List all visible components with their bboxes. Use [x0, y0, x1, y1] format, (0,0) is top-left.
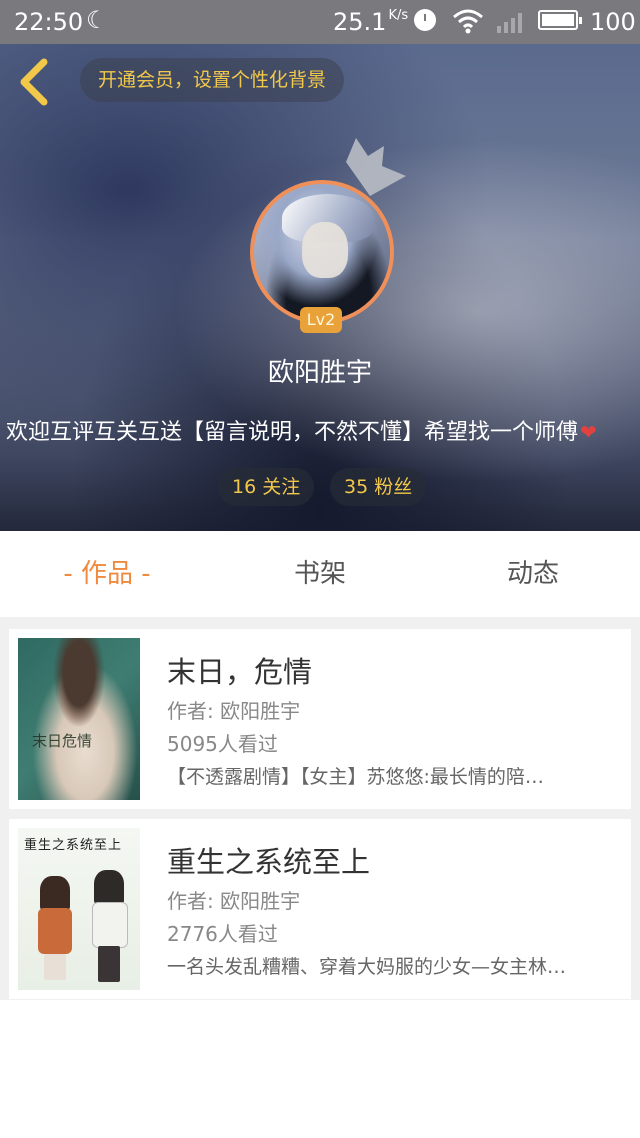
- cover-figure-girl: [40, 876, 70, 910]
- tab-bookshelf[interactable]: 书架: [214, 531, 426, 617]
- works-list: 末日危情 末日，危情 作者: 欧阳胜宇 5095人看过 【不透露剧情】【女主】苏…: [0, 617, 640, 1000]
- avatar[interactable]: [250, 180, 394, 324]
- moon-icon: ☾: [86, 6, 108, 34]
- username: 欧阳胜宇: [267, 358, 372, 388]
- book-description: 【不透露剧情】【女主】苏悠悠:最长情的陪…: [167, 766, 544, 788]
- wifi-icon: [453, 9, 483, 34]
- vip-background-button[interactable]: 开通会员，设置个性化背景: [80, 58, 345, 102]
- book-author: 作者: 欧阳胜宇: [167, 889, 301, 913]
- tab-feed[interactable]: 动态: [426, 531, 640, 617]
- status-bar: 22:50 ☾ 25.1 K/s 100: [0, 0, 640, 44]
- battery-level: 100: [590, 8, 636, 36]
- heart-icon: ❤: [580, 420, 597, 444]
- cover-figure-boy-legs: [98, 946, 120, 982]
- alarm-icon: [414, 9, 436, 31]
- cover-title: 末日危情: [32, 732, 93, 750]
- signature-text: 欢迎互评互关互送【留言说明，不然不懂】希望找一个师傅: [6, 420, 579, 445]
- list-item[interactable]: 末日危情 末日，危情 作者: 欧阳胜宇 5095人看过 【不透露剧情】【女主】苏…: [9, 629, 631, 809]
- signal-icon: [497, 13, 522, 33]
- book-cover: 末日危情: [18, 638, 140, 800]
- cover-figure-boy-body: [92, 902, 128, 948]
- avatar-face: [302, 222, 348, 278]
- profile-signature: 欢迎互评互关互送【留言说明，不然不懂】希望找一个师傅 ❤: [6, 414, 640, 446]
- battery-icon: [538, 10, 582, 30]
- profile-tabs: - 作品 - 书架 动态: [0, 531, 640, 617]
- status-time: 22:50: [14, 8, 84, 36]
- level-badge: Lv2: [300, 307, 342, 333]
- book-title: 末日，危情: [167, 655, 313, 689]
- back-button[interactable]: [14, 58, 54, 106]
- network-speed-unit: K/s: [388, 8, 409, 23]
- cover-figure-girl-body: [38, 908, 72, 954]
- book-views: 5095人看过: [167, 732, 278, 756]
- book-views: 2776人看过: [167, 922, 278, 946]
- book-cover: 重生之系统至上: [18, 828, 140, 990]
- tab-works[interactable]: - 作品 -: [0, 531, 214, 617]
- cover-figure-boy: [94, 870, 124, 904]
- following-count-button[interactable]: 16 关注: [218, 468, 315, 506]
- network-speed-value: 25.1: [333, 8, 387, 36]
- profile-header: 开通会员，设置个性化背景 Lv2 欧阳胜宇 欢迎互评互关互送【留言说明，不然不懂…: [0, 44, 640, 531]
- fans-count-button[interactable]: 35 粉丝: [330, 468, 427, 506]
- cover-figure-girl-legs: [44, 954, 66, 980]
- book-description: 一名头发乱糟糟、穿着大妈服的少女—女主林…: [167, 956, 567, 978]
- book-author: 作者: 欧阳胜宇: [167, 699, 301, 723]
- cover-title: 重生之系统至上: [24, 838, 123, 853]
- book-title: 重生之系统至上: [167, 845, 371, 879]
- network-speed: 25.1 K/s: [333, 8, 408, 36]
- list-item[interactable]: 重生之系统至上 重生之系统至上 作者: 欧阳胜宇 2776人看过 一名头发乱糟糟…: [9, 819, 631, 999]
